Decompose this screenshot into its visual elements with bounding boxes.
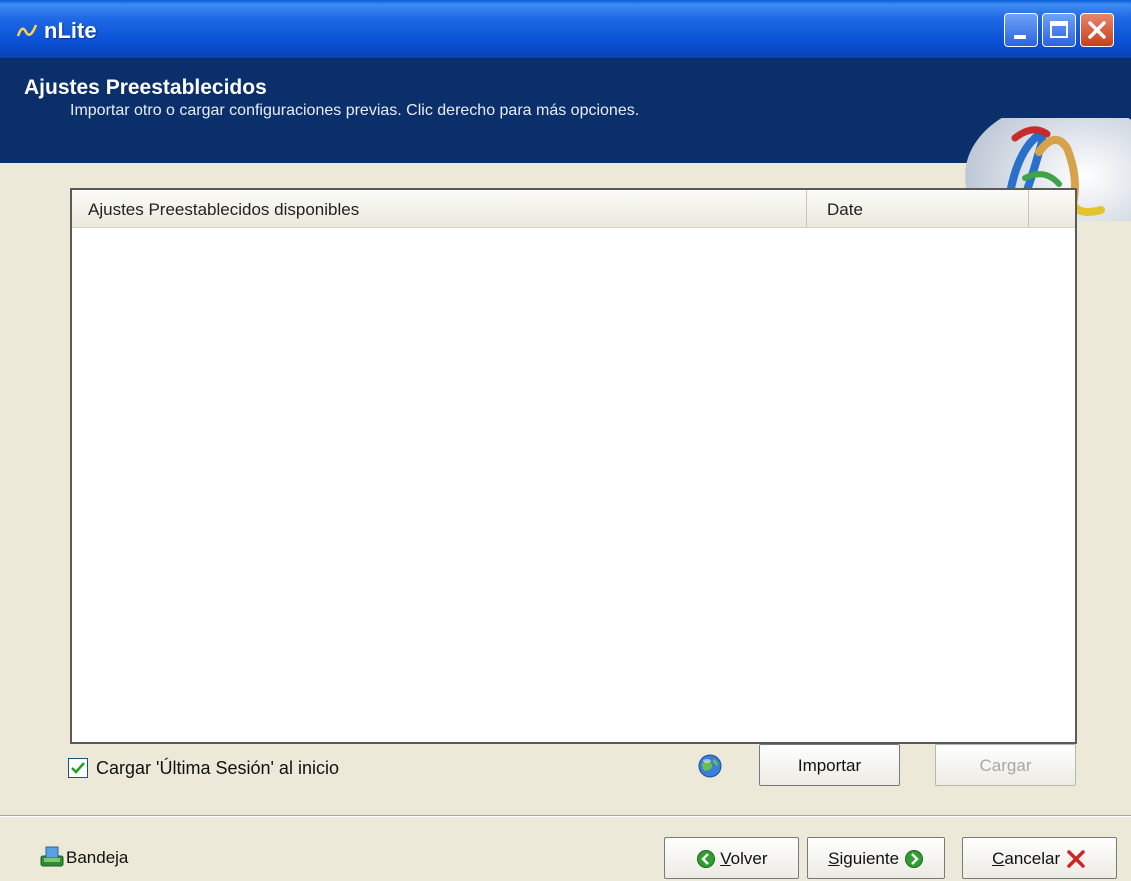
load-last-session-checkbox[interactable] — [68, 758, 88, 778]
tray-label: Bandeja — [66, 848, 129, 867]
load-last-session-label: Cargar 'Última Sesión' al inicio — [96, 758, 339, 778]
footer-divider — [0, 815, 1131, 817]
maximize-icon — [1050, 21, 1068, 38]
nlite-app-icon — [16, 24, 38, 37]
next-button[interactable]: Siguiente — [807, 837, 945, 879]
cancel-label: Cancelar — [992, 848, 1061, 868]
import-button[interactable]: Importar — [759, 744, 900, 786]
next-arrow-icon — [904, 849, 923, 868]
cancel-button[interactable]: Cancelar — [962, 837, 1117, 879]
minimize-icon — [1014, 35, 1026, 39]
tray-icon — [40, 846, 64, 867]
load-button[interactable]: Cargar — [935, 744, 1076, 786]
close-icon — [1088, 21, 1106, 39]
next-label: Siguiente — [828, 848, 900, 868]
column-header-empty[interactable] — [1029, 190, 1075, 227]
column-header-date[interactable]: Date — [807, 190, 1029, 227]
list-header: Ajustes Preestablecidos disponibles Date — [72, 190, 1075, 228]
column-header-presets[interactable]: Ajustes Preestablecidos disponibles — [72, 190, 807, 227]
checkmark-icon — [71, 762, 85, 774]
cancel-x-icon — [1067, 849, 1085, 868]
maximize-button[interactable] — [1042, 13, 1076, 47]
back-arrow-icon — [696, 849, 715, 868]
presets-list[interactable]: Ajustes Preestablecidos disponibles Date — [70, 188, 1077, 744]
back-label: Volver — [720, 848, 768, 868]
title-bar[interactable]: nLite — [0, 0, 1131, 58]
window-title: nLite — [44, 18, 97, 43]
nlite-window: nLite Ajustes Preestablecidos Importar o… — [0, 0, 1131, 881]
back-button[interactable]: Volver — [664, 837, 799, 879]
header-title: Ajustes Preestablecidos — [24, 76, 267, 99]
close-button[interactable] — [1080, 13, 1114, 47]
minimize-button[interactable] — [1004, 13, 1038, 47]
header-subtitle: Importar otro o cargar configuraciones p… — [70, 102, 640, 119]
globe-icon[interactable] — [697, 753, 723, 779]
list-body[interactable] — [72, 228, 1075, 742]
